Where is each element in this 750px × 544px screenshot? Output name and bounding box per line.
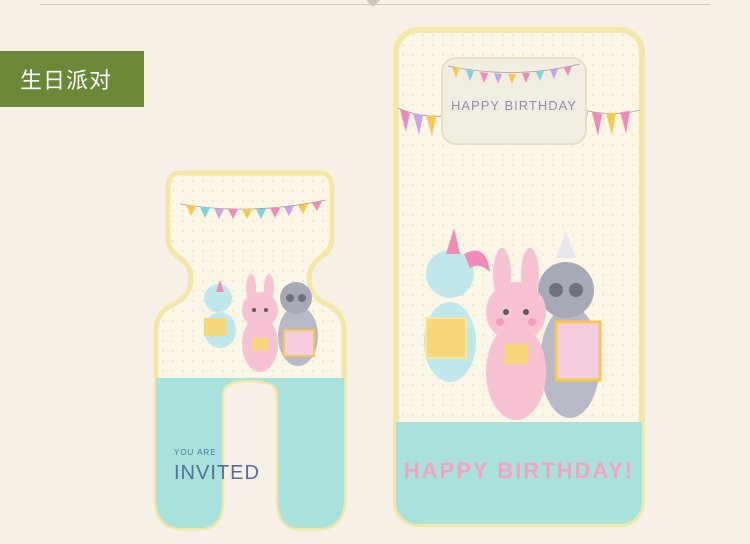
large-mat-banner-text: HAPPY BIRTHDAY! — [404, 458, 634, 483]
small-mat-text-line1: YOU ARE — [174, 448, 217, 457]
small-mat-text-line2: INVITED — [174, 462, 260, 484]
stroller-mat-image: YOU ARE INVITED — [153, 170, 347, 531]
bassinet-mat-image: HAPPY BIRTHDAY HAPPY BIRTHDAY! — [393, 27, 645, 527]
small-mat-aqua-panel — [156, 378, 344, 528]
pillow-text: HAPPY BIRTHDAY — [451, 98, 577, 113]
large-mat-pillow: HAPPY BIRTHDAY — [441, 57, 587, 145]
top-divider-caret — [366, 0, 380, 7]
category-label: 生日派对 — [20, 68, 113, 93]
category-tag: 生日派对 — [0, 51, 144, 107]
